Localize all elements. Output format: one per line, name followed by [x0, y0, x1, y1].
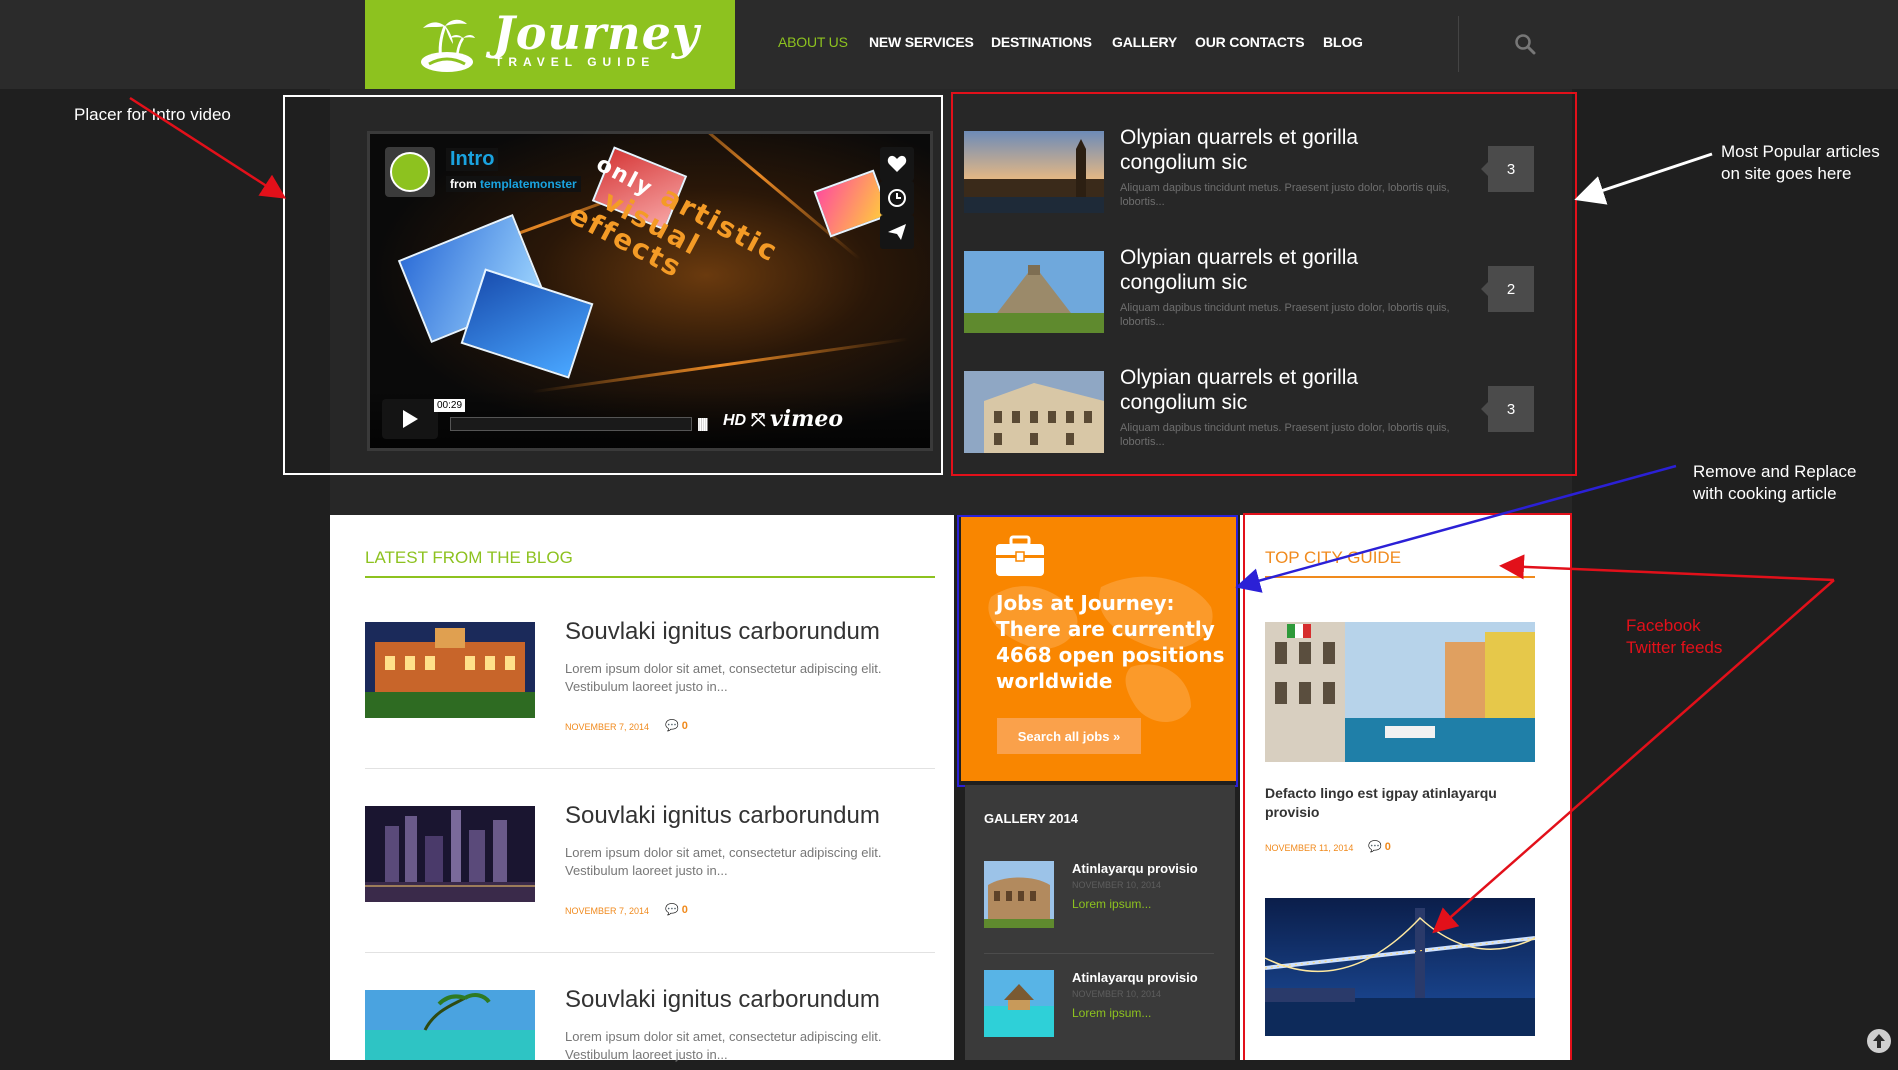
arrow-to-jobs — [1235, 464, 1677, 593]
scroll-to-top-icon[interactable] — [1866, 1028, 1892, 1054]
arrow-to-video — [129, 96, 287, 199]
arrow-to-city-image — [1432, 579, 1835, 934]
arrow-to-city-title — [1499, 554, 1835, 582]
annotation-arrows — [129, 96, 1835, 934]
arrow-to-popular — [1574, 152, 1713, 205]
